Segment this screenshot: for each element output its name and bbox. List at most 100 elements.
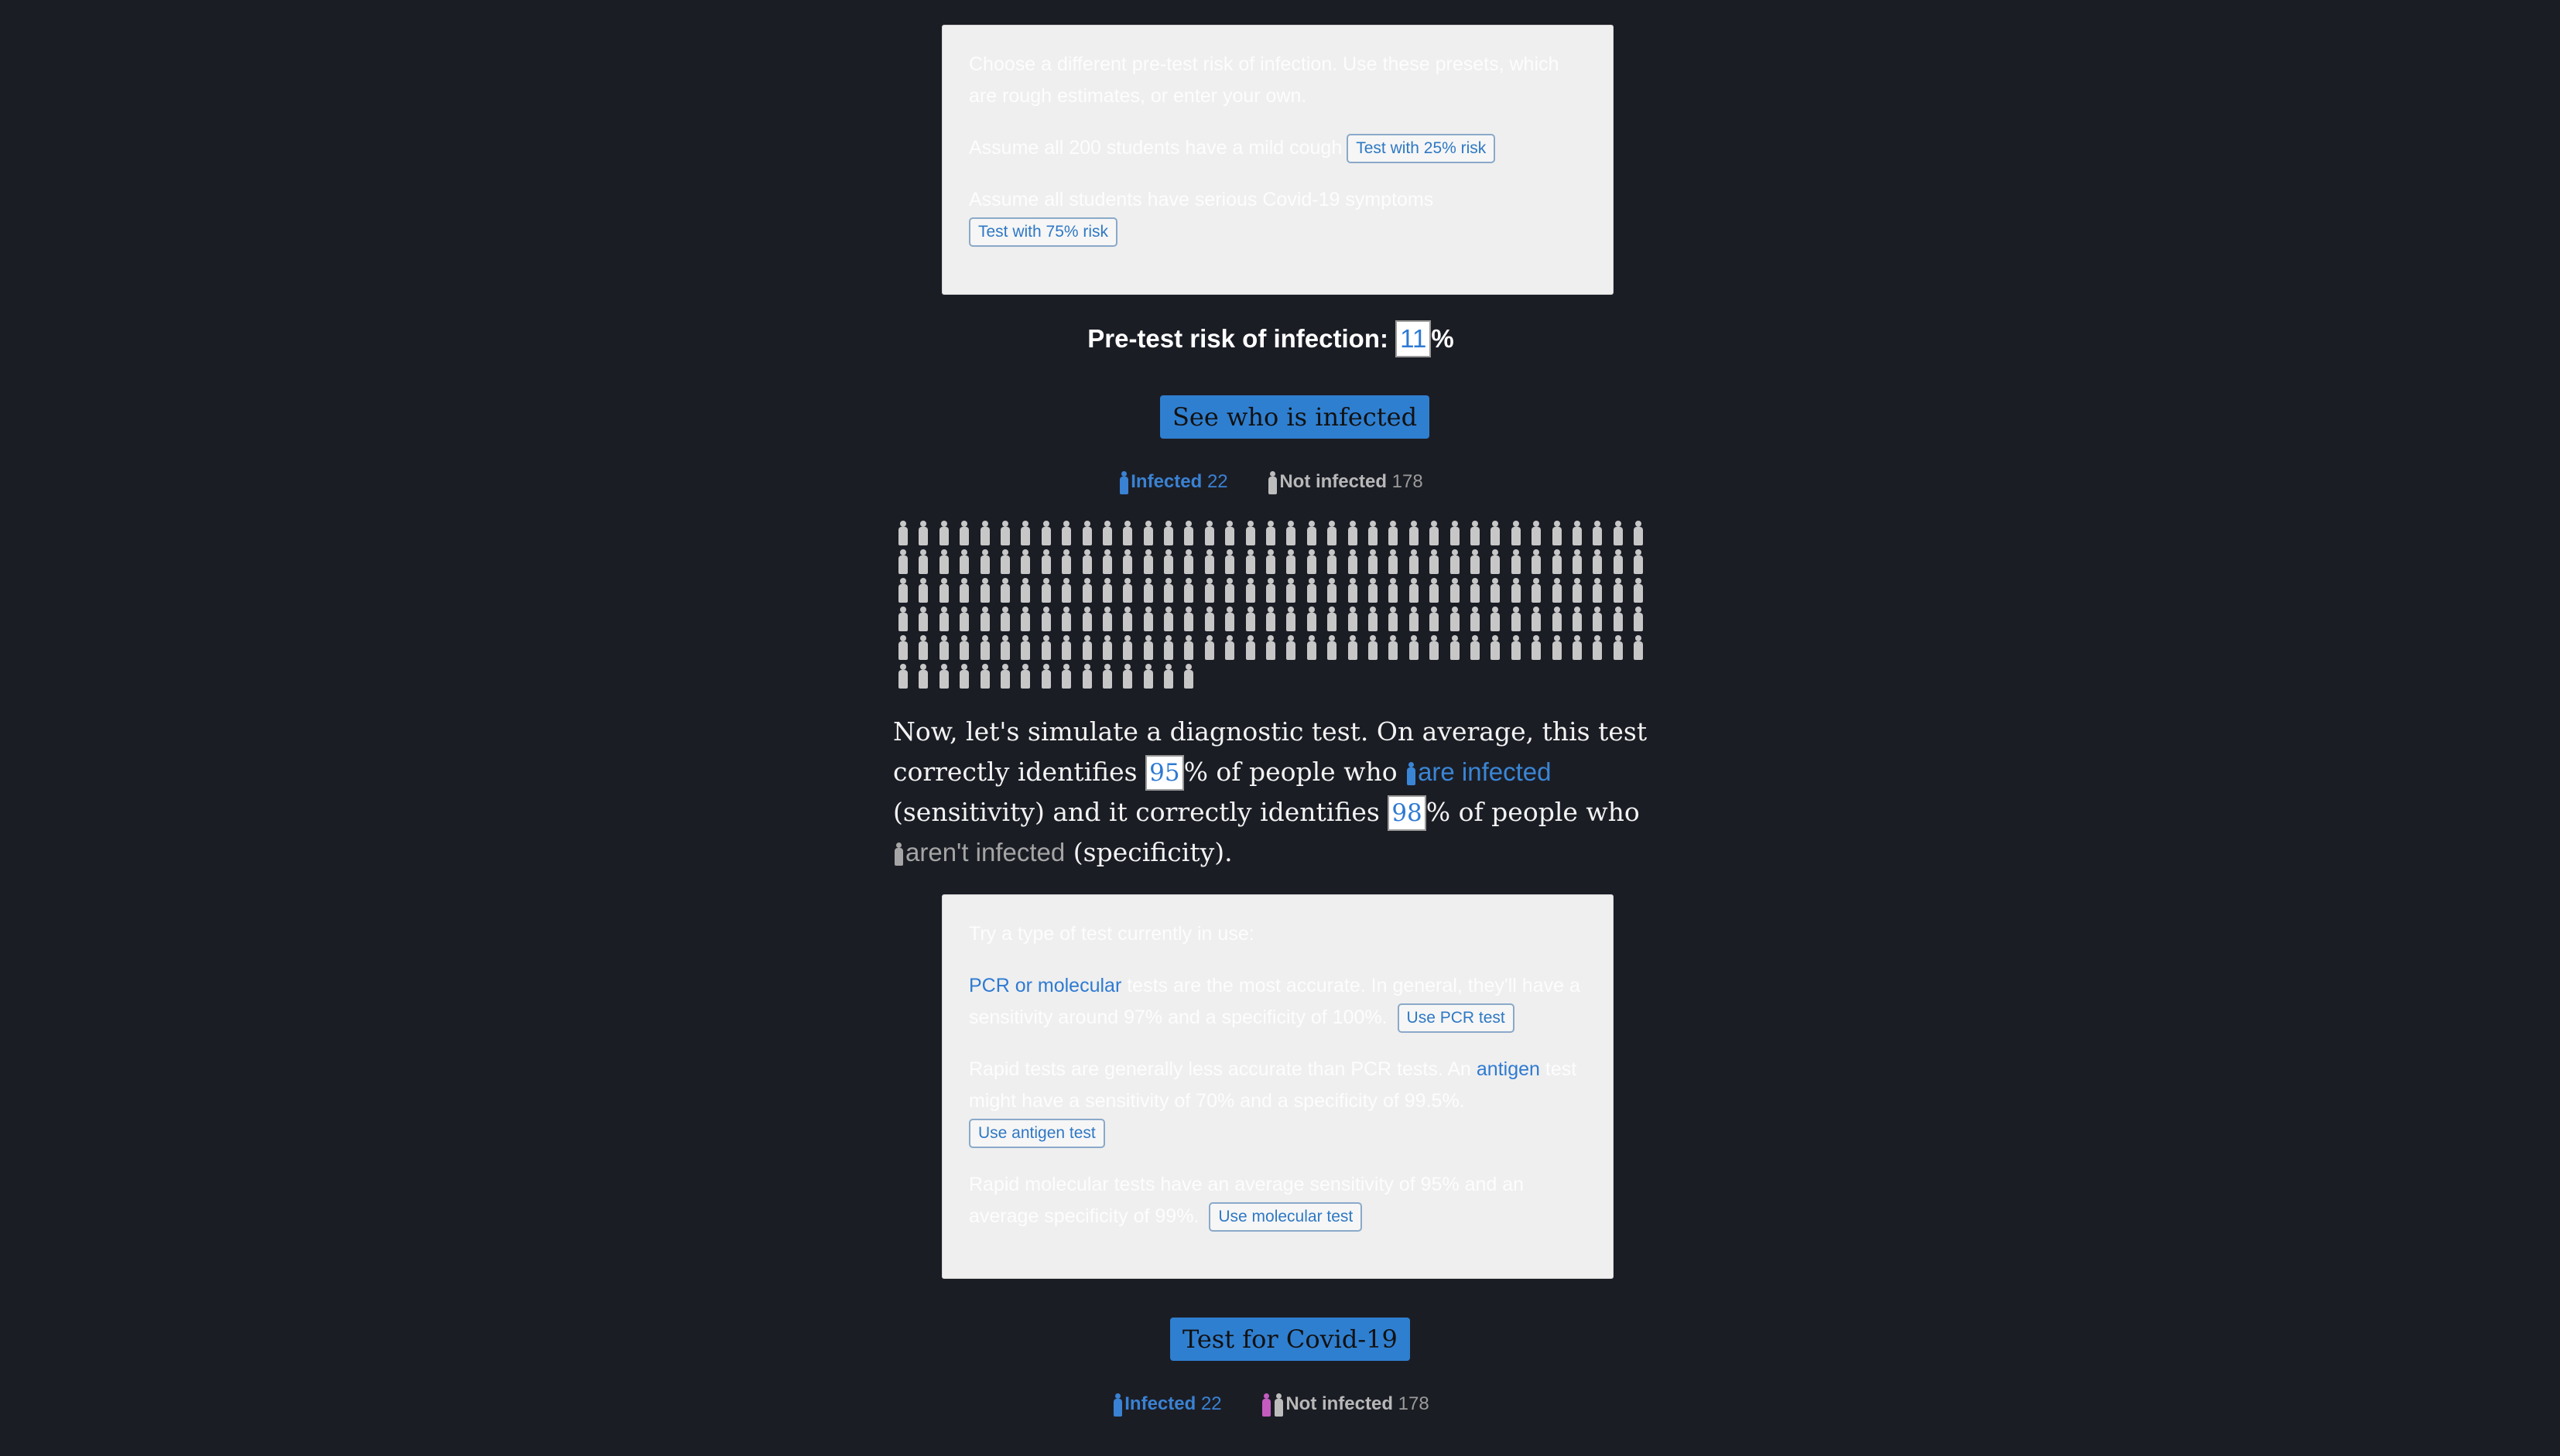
person-icon — [1097, 577, 1117, 603]
person-icon — [1363, 549, 1383, 575]
person-icon — [1138, 606, 1159, 632]
specificity-input[interactable]: 98 — [1388, 795, 1426, 831]
person-icon — [1200, 634, 1220, 661]
not-infected-label: aren't infected — [905, 838, 1066, 866]
person-icon — [954, 606, 974, 632]
person-icon — [1608, 520, 1628, 546]
use-molecular-test-button[interactable]: Use molecular test — [1209, 1202, 1363, 1232]
person-icon — [1445, 606, 1465, 632]
person-icon — [1485, 549, 1505, 575]
person-icon — [1220, 520, 1240, 546]
person-icon — [1383, 577, 1403, 603]
person-icon — [1015, 549, 1035, 575]
infected-person-icon — [1112, 1393, 1123, 1417]
sim-text-3: (sensitivity) and it correctly identifie… — [893, 797, 1388, 827]
antigen-link[interactable]: antigen — [1477, 1058, 1540, 1080]
person-icon — [1117, 549, 1138, 575]
legend-bottom: Infected 22 Not infected 178 — [893, 1391, 1648, 1417]
preset-serious-text: Assume all students have serious Covid-1… — [969, 189, 1434, 210]
person-icon — [1097, 663, 1117, 689]
person-icon — [1220, 549, 1240, 575]
person-icon — [1628, 606, 1648, 632]
person-icon — [934, 634, 954, 661]
person-icon — [1526, 577, 1546, 603]
person-icon — [1036, 606, 1056, 632]
use-pcr-test-button[interactable]: Use PCR test — [1397, 1003, 1514, 1034]
person-icon — [1424, 549, 1444, 575]
person-icon — [1547, 520, 1567, 546]
person-icon — [1138, 663, 1159, 689]
person-icon — [893, 634, 913, 661]
person-icon — [1424, 634, 1444, 661]
person-icon — [1241, 549, 1261, 575]
person-icon — [893, 549, 913, 575]
person-icon — [1261, 577, 1281, 603]
molecular-paragraph: Rapid molecular tests have an average se… — [969, 1169, 1586, 1232]
person-icon — [1567, 634, 1587, 661]
person-icon — [1015, 606, 1035, 632]
person-icon — [1220, 577, 1240, 603]
person-icon — [1587, 549, 1607, 575]
test-for-covid-button[interactable]: Test for Covid-19 — [1170, 1318, 1410, 1361]
person-icon — [1567, 577, 1587, 603]
person-icon — [893, 606, 913, 632]
person-icon — [1117, 663, 1138, 689]
person-icon — [1506, 577, 1526, 603]
person-icon — [1015, 577, 1035, 603]
simulation-paragraph: Now, let's simulate a diagnostic test. O… — [893, 712, 1659, 873]
person-icon — [913, 634, 933, 661]
person-icon — [1322, 634, 1342, 661]
person-icon — [954, 520, 974, 546]
person-icon — [1159, 520, 1179, 546]
pretest-risk-input[interactable]: 11 — [1395, 320, 1432, 357]
person-icon — [1097, 634, 1117, 661]
person-icon — [1179, 520, 1199, 546]
person-icon — [995, 520, 1015, 546]
presets-panel: Choose a different pre-test risk of infe… — [942, 25, 1614, 295]
person-icon — [995, 549, 1015, 575]
person-icon — [1302, 606, 1322, 632]
person-icon — [1179, 606, 1199, 632]
person-icon — [1281, 606, 1301, 632]
person-icon — [1056, 606, 1076, 632]
person-icon — [1056, 520, 1076, 546]
person-icon — [1404, 577, 1424, 603]
person-icon — [1424, 606, 1444, 632]
use-antigen-test-button[interactable]: Use antigen test — [969, 1119, 1105, 1149]
person-icon — [1015, 663, 1035, 689]
sim-text-2: % of people who — [1183, 757, 1406, 787]
person-icon — [1608, 577, 1628, 603]
person-icon — [1302, 634, 1322, 661]
person-icon — [1343, 549, 1363, 575]
person-icon — [1241, 606, 1261, 632]
person-icon — [1179, 634, 1199, 661]
person-icon — [1302, 520, 1322, 546]
person-icon — [1077, 606, 1097, 632]
person-icon — [1587, 606, 1607, 632]
person-icon — [1628, 549, 1648, 575]
person-icon — [1587, 634, 1607, 661]
person-icon — [954, 549, 974, 575]
person-icon — [1506, 606, 1526, 632]
person-icon — [1608, 549, 1628, 575]
person-icon — [1322, 606, 1342, 632]
see-who-is-infected-button[interactable]: See who is infected — [1160, 395, 1430, 439]
person-icon — [893, 520, 913, 546]
person-icon — [1159, 634, 1179, 661]
person-icon — [1445, 577, 1465, 603]
person-icon — [1015, 520, 1035, 546]
false-positive-person-icon — [1261, 1393, 1271, 1417]
sensitivity-input[interactable]: 95 — [1145, 755, 1184, 791]
person-icon — [1036, 663, 1056, 689]
test-25-risk-button[interactable]: Test with 25% risk — [1347, 134, 1496, 164]
pcr-link[interactable]: PCR or molecular — [969, 975, 1121, 996]
legend-not-infected: Not infected 178 — [1267, 469, 1423, 495]
person-icon — [1567, 606, 1587, 632]
person-icon — [1036, 634, 1056, 661]
person-icon — [934, 577, 954, 603]
person-icon — [975, 549, 995, 575]
not-infected-link[interactable]: aren't infected — [893, 838, 1065, 866]
person-icon — [1097, 549, 1117, 575]
are-infected-link[interactable]: are infected — [1405, 757, 1552, 786]
test-75-risk-button[interactable]: Test with 75% risk — [969, 217, 1118, 248]
